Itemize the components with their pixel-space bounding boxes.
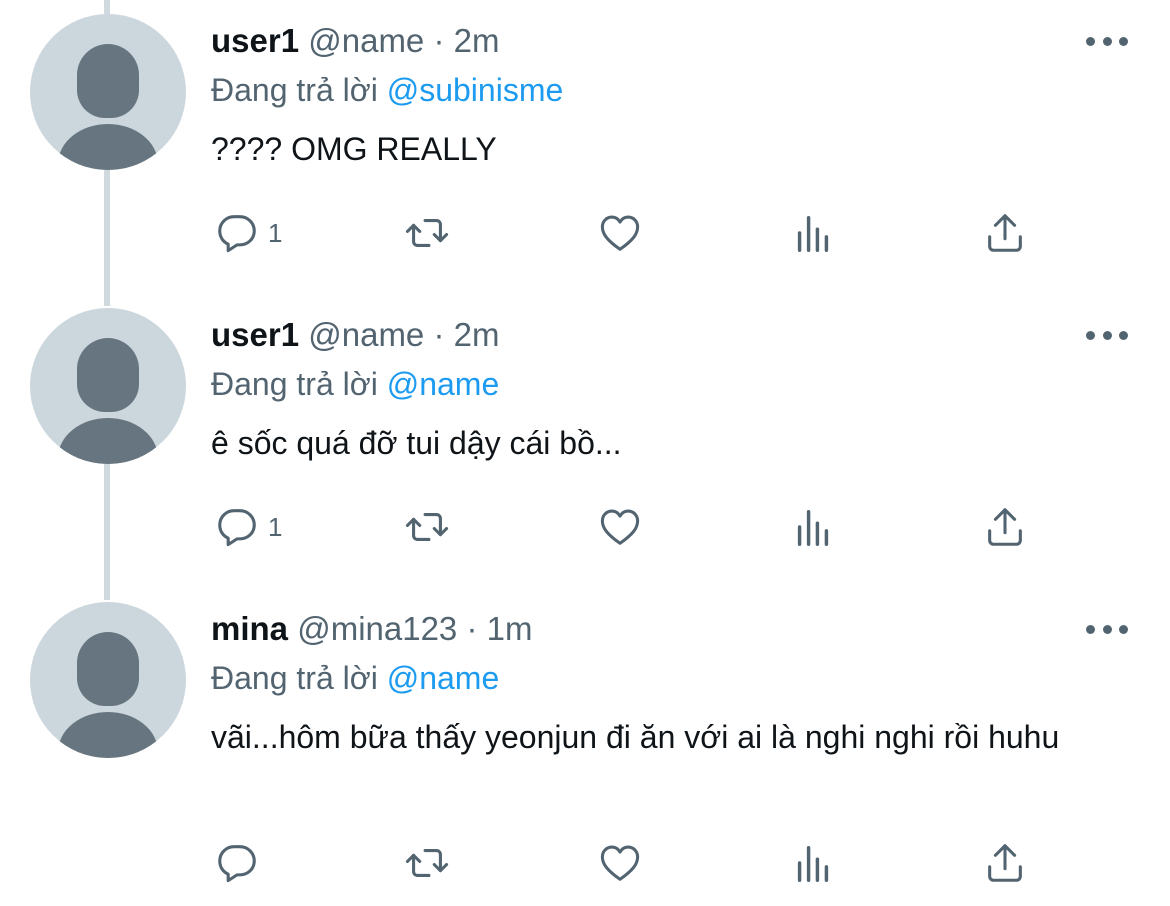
display-name[interactable]: user1 bbox=[211, 316, 299, 353]
avatar-body bbox=[58, 712, 158, 758]
replying-to: Đang trả lời @name bbox=[211, 363, 499, 405]
replying-to-label: Đang trả lời bbox=[211, 660, 378, 696]
replying-to-label: Đang trả lời bbox=[211, 366, 378, 402]
separator-dot: · bbox=[466, 610, 478, 647]
mention-link[interactable]: @name bbox=[387, 366, 500, 402]
heart-icon bbox=[600, 509, 640, 545]
tweet[interactable]: user1 @name · 2m Đang trả lời @subinisme… bbox=[0, 0, 1170, 300]
analytics-icon bbox=[797, 845, 829, 882]
timestamp[interactable]: 1m bbox=[487, 610, 533, 647]
replying-to-label: Đang trả lời bbox=[211, 72, 378, 108]
more-options-button[interactable] bbox=[1086, 328, 1128, 342]
retweet-icon bbox=[405, 849, 449, 877]
more-options-button[interactable] bbox=[1086, 34, 1128, 48]
reply-button[interactable]: 1 bbox=[214, 208, 282, 258]
avatar-head bbox=[77, 338, 139, 412]
like-button[interactable] bbox=[597, 838, 643, 888]
reply-icon bbox=[218, 509, 256, 547]
user-handle[interactable]: @name bbox=[308, 316, 424, 353]
tweet-header: mina @mina123 · 1m bbox=[211, 609, 532, 649]
more-icon bbox=[1086, 36, 1095, 46]
reply-button[interactable]: 1 bbox=[214, 502, 282, 552]
analytics-button[interactable] bbox=[790, 838, 836, 888]
reply-icon bbox=[218, 215, 256, 253]
more-icon bbox=[1086, 624, 1095, 634]
tweet-text: ê sốc quá đỡ tui dậy cái bồ... bbox=[211, 425, 622, 461]
tweet-thread: user1 @name · 2m Đang trả lời @subinisme… bbox=[0, 0, 1170, 906]
analytics-icon bbox=[797, 509, 829, 546]
avatar-head bbox=[77, 632, 139, 706]
more-icon-dot bbox=[1102, 36, 1112, 46]
avatar-body bbox=[58, 418, 158, 464]
tweet-header: user1 @name · 2m bbox=[211, 315, 499, 355]
reply-count: 1 bbox=[268, 217, 283, 248]
more-icon bbox=[1086, 330, 1095, 340]
tweet[interactable]: user1 @name · 2m Đang trả lời @name ê số… bbox=[0, 294, 1170, 594]
avatar[interactable] bbox=[30, 14, 186, 170]
retweet-button[interactable] bbox=[404, 838, 450, 888]
share-button[interactable] bbox=[982, 838, 1028, 888]
avatar[interactable] bbox=[30, 308, 186, 464]
mention-link[interactable]: @subinisme bbox=[387, 72, 564, 108]
avatar[interactable] bbox=[30, 602, 186, 758]
analytics-icon bbox=[797, 215, 829, 252]
more-icon-dot bbox=[1102, 624, 1112, 634]
timestamp[interactable]: 2m bbox=[454, 316, 500, 353]
retweet-icon bbox=[405, 513, 449, 541]
heart-icon bbox=[600, 845, 640, 881]
user-handle[interactable]: @name bbox=[308, 22, 424, 59]
action-bar: 1 bbox=[0, 502, 1170, 552]
heart-icon bbox=[600, 215, 640, 251]
action-bar bbox=[0, 838, 1170, 888]
tweet-text: vãi...hôm bữa thấy yeonjun đi ăn với ai … bbox=[211, 719, 1060, 755]
tweet[interactable]: mina @mina123 · 1m Đang trả lời @name vã… bbox=[0, 588, 1170, 906]
retweet-icon bbox=[405, 219, 449, 247]
tweet-header: user1 @name · 2m bbox=[211, 21, 499, 61]
replying-to: Đang trả lời @name bbox=[211, 657, 499, 699]
avatar-head bbox=[77, 44, 139, 118]
like-button[interactable] bbox=[597, 502, 643, 552]
mention-link[interactable]: @name bbox=[387, 660, 500, 696]
more-icon-dot bbox=[1119, 36, 1128, 46]
separator-dot: · bbox=[433, 316, 445, 353]
reply-button[interactable] bbox=[214, 838, 268, 888]
retweet-button[interactable] bbox=[404, 502, 450, 552]
tweet-text: ???? OMG REALLY bbox=[211, 131, 497, 167]
more-icon-dot bbox=[1119, 330, 1128, 340]
more-options-button[interactable] bbox=[1086, 622, 1128, 636]
retweet-button[interactable] bbox=[404, 208, 450, 258]
share-button[interactable] bbox=[982, 502, 1028, 552]
share-icon bbox=[988, 508, 1022, 546]
timestamp[interactable]: 2m bbox=[454, 22, 500, 59]
reply-icon bbox=[218, 845, 256, 883]
replying-to: Đang trả lời @subinisme bbox=[211, 69, 563, 111]
action-bar: 1 bbox=[0, 208, 1170, 258]
reply-count: 1 bbox=[268, 511, 283, 542]
share-icon bbox=[988, 844, 1022, 882]
user-handle[interactable]: @mina123 bbox=[297, 610, 457, 647]
avatar-body bbox=[58, 124, 158, 170]
like-button[interactable] bbox=[597, 208, 643, 258]
separator-dot: · bbox=[433, 22, 445, 59]
share-icon bbox=[988, 214, 1022, 252]
analytics-button[interactable] bbox=[790, 208, 836, 258]
display-name[interactable]: mina bbox=[211, 610, 288, 647]
display-name[interactable]: user1 bbox=[211, 22, 299, 59]
more-icon-dot bbox=[1119, 624, 1128, 634]
more-icon-dot bbox=[1102, 330, 1112, 340]
analytics-button[interactable] bbox=[790, 502, 836, 552]
share-button[interactable] bbox=[982, 208, 1028, 258]
